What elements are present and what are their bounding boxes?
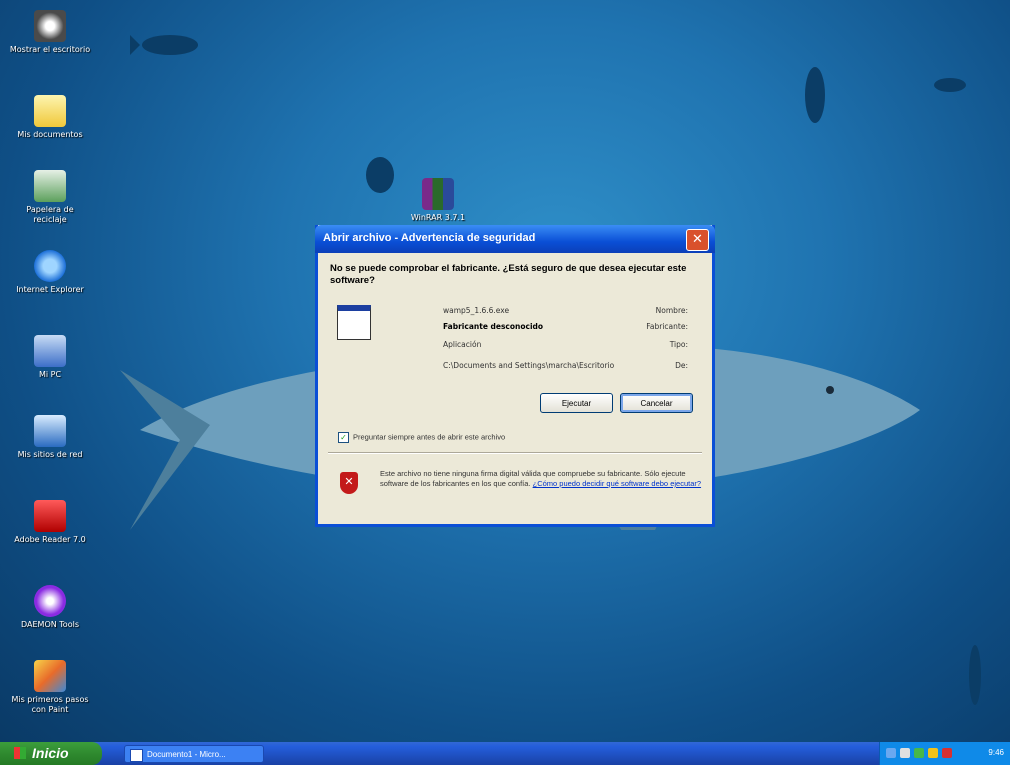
always-ask-checkbox[interactable]: ✓ Preguntar siempre antes de abrir este a…	[338, 432, 505, 443]
cancel-button[interactable]: Cancelar	[620, 393, 693, 413]
fish-decoration	[934, 78, 966, 92]
fish-decoration	[130, 35, 198, 55]
taskbar-item-label: Documento1 - Micro...	[147, 750, 226, 759]
desktop-icon-my-computer[interactable]: Mi PC	[5, 335, 95, 380]
field-value: Aplicación	[443, 340, 482, 349]
security-shield-icon: ✕	[340, 472, 358, 494]
warning-message: Este archivo no tiene ninguna firma digi…	[380, 469, 710, 489]
field-value: wamp5_1.6.6.exe	[443, 306, 510, 315]
start-label: Inicio	[32, 745, 69, 761]
paint-icon	[34, 660, 66, 692]
fish-decoration	[969, 645, 981, 705]
close-icon: ✕	[692, 232, 703, 247]
show-desktop-icon	[34, 10, 66, 42]
windows-logo-icon	[14, 747, 26, 759]
network-tray-icon[interactable]	[886, 748, 896, 758]
field-value: Fabricante desconocido	[443, 322, 544, 331]
desktop-icon-label: Mis primeros pasos con Paint	[11, 695, 89, 714]
document-icon	[130, 749, 143, 762]
security-tray-icon[interactable]	[928, 748, 938, 758]
adobe-reader-icon	[34, 500, 66, 532]
dialog-body: No se puede comprobar el fabricante. ¿Es…	[330, 263, 700, 287]
dialog-question: No se puede comprobar el fabricante. ¿Es…	[330, 263, 687, 286]
taskbar: Inicio Documento1 - Micro... 9:46	[0, 742, 1010, 765]
folder-icon	[34, 95, 66, 127]
desktop-icon-network[interactable]: Mis sitios de red	[5, 415, 95, 460]
dialog-title: Abrir archivo - Advertencia de seguridad	[323, 232, 536, 244]
desktop-icon-my-documents[interactable]: Mis documentos	[5, 95, 95, 140]
computer-icon	[34, 335, 66, 367]
clock[interactable]: 9:46	[988, 748, 1004, 757]
desktop-icon-daemon-tools[interactable]: DAEMON Tools	[5, 585, 95, 630]
desktop-icon-label: DAEMON Tools	[21, 620, 79, 629]
network-icon	[34, 415, 66, 447]
field-label: Tipo:	[669, 340, 688, 349]
desktop-icon-label: Mis documentos	[17, 130, 83, 139]
antivirus-tray-icon[interactable]	[914, 748, 924, 758]
desktop-icon-label: Mi PC	[38, 370, 62, 379]
field-label: Fabricante:	[646, 322, 688, 331]
desktop-icon-winrar[interactable]: WinRAR 3.7.1	[393, 178, 483, 223]
field-label: De:	[675, 361, 688, 370]
desktop-icon-label: Adobe Reader 7.0	[14, 535, 86, 544]
application-icon	[337, 305, 371, 340]
checkbox-label: Preguntar siempre antes de abrir este ar…	[353, 432, 506, 442]
fish-decoration	[805, 67, 825, 123]
desktop-icon-label: Papelera de reciclaje	[26, 205, 74, 224]
checkbox-check-icon[interactable]: ✓	[338, 432, 349, 443]
desktop-icon-paint[interactable]: Mis primeros pasos con Paint	[5, 660, 95, 715]
taskbar-item-document[interactable]: Documento1 - Micro...	[124, 745, 264, 763]
start-button[interactable]: Inicio	[0, 742, 102, 765]
daemon-tools-icon	[34, 585, 66, 617]
desktop-icon-label: Mostrar el escritorio	[9, 45, 91, 54]
help-link[interactable]: ¿Cómo puedo decidir qué software debo ej…	[533, 479, 701, 488]
desktop-icon-recycle-bin[interactable]: Papelera de reciclaje	[5, 170, 95, 225]
desktop: Mostrar el escritorio Mis documentos Pap…	[0, 0, 1010, 742]
divider	[328, 452, 702, 454]
close-button[interactable]: ✕	[686, 229, 709, 251]
alert-tray-icon[interactable]	[942, 748, 952, 758]
desktop-icon-label: Internet Explorer	[16, 285, 84, 294]
desktop-icon-label: WinRAR 3.7.1	[410, 213, 466, 222]
security-warning-dialog: Abrir archivo - Advertencia de seguridad…	[315, 225, 715, 527]
volume-tray-icon[interactable]	[900, 748, 910, 758]
run-button[interactable]: Ejecutar	[540, 393, 613, 413]
archive-icon	[422, 178, 454, 210]
field-label: Nombre:	[655, 306, 688, 315]
dialog-titlebar[interactable]: Abrir archivo - Advertencia de seguridad…	[315, 225, 715, 253]
recycle-bin-icon	[34, 170, 66, 202]
desktop-icon-label: Mis sitios de red	[17, 450, 83, 459]
desktop-icon-adobe-reader[interactable]: Adobe Reader 7.0	[5, 500, 95, 545]
field-value: C:\Documents and Settings\marcha\Escrito…	[443, 361, 615, 370]
desktop-icon-internet-explorer[interactable]: Internet Explorer	[5, 250, 95, 295]
internet-explorer-icon	[34, 250, 66, 282]
desktop-icon-show-desktop[interactable]: Mostrar el escritorio	[5, 10, 95, 55]
system-tray: 9:46	[879, 742, 1010, 765]
